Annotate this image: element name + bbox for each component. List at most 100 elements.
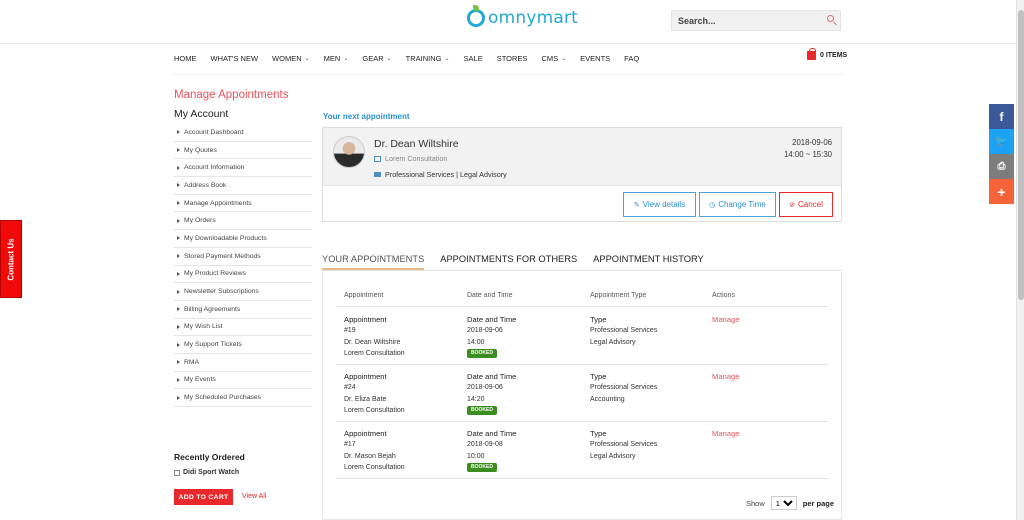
caret-right-icon xyxy=(177,130,180,135)
add-to-cart-button[interactable]: ADD TO CART xyxy=(174,489,233,505)
logo-text: omnymart xyxy=(488,8,579,28)
consultation-line: Lorem Consultation xyxy=(374,154,447,163)
nav-item-cms[interactable]: CMS ⌄ xyxy=(541,52,566,64)
caret-right-icon xyxy=(177,183,180,188)
sidebar-item-newsletter[interactable]: Newsletter Subscriptions xyxy=(174,283,312,301)
sidebar-item-product-reviews[interactable]: My Product Reviews xyxy=(174,266,312,284)
sidebar-item-my-events[interactable]: My Events xyxy=(174,372,312,390)
status-badge: BOOKED xyxy=(467,462,497,472)
status-badge: BOOKED xyxy=(467,405,497,415)
doctor-name: Dr. Dean Wiltshire xyxy=(374,138,459,150)
change-time-button[interactable]: ◷ Change Time xyxy=(699,192,776,217)
nav-item-home[interactable]: HOME xyxy=(174,52,197,64)
pencil-icon: ✎ xyxy=(633,201,640,209)
appointment-date: 2018-09-06 xyxy=(792,138,832,147)
recently-ordered-item: Didi Sport Watch xyxy=(174,469,239,476)
table-row: Appointment #19 Dr. Dean Wiltshire Lorem… xyxy=(336,309,828,365)
minicart[interactable]: 0 ITEMS xyxy=(807,48,848,60)
print-icon[interactable]: ⎙ xyxy=(989,154,1014,179)
cart-count: 0 ITEMS xyxy=(820,52,848,59)
tab-your-appointments[interactable]: YOUR APPOINTMENTS xyxy=(322,254,425,270)
table-row: Appointment #24 Dr. Eliza Bate Lorem Con… xyxy=(336,366,828,422)
sidebar-item-my-quotes[interactable]: My Quotes xyxy=(174,142,312,160)
per-page-select[interactable]: 10 xyxy=(770,496,797,510)
recently-ordered-title: Recently Ordered xyxy=(174,452,245,462)
sidebar-item-account-information[interactable]: Account Information xyxy=(174,159,312,178)
search-input[interactable] xyxy=(672,11,818,30)
recent-item-name[interactable]: Didi Sport Watch xyxy=(183,469,239,476)
scrollbar-thumb[interactable] xyxy=(1018,10,1024,300)
appointment-time: 14:00 ~ 15:30 xyxy=(784,150,832,159)
account-menu: Account Dashboard My Quotes Account Info… xyxy=(174,124,312,407)
service-line: Professional Services | Legal Advisory xyxy=(374,170,507,179)
nav-item-stores[interactable]: STORES xyxy=(497,52,528,64)
sidebar-item-stored-payment-methods[interactable]: Stored Payment Methods xyxy=(174,248,312,266)
logo-mark-icon xyxy=(467,5,485,27)
sidebar-item-account-dashboard[interactable]: Account Dashboard xyxy=(174,124,312,142)
nav-item-training[interactable]: TRAINING ⌄ xyxy=(406,52,450,64)
caret-right-icon xyxy=(177,165,180,170)
pagination-limiter: Show 10 per page xyxy=(746,496,834,510)
appointment-cell: Appointment #17 Dr. Mason Bejah Lorem Co… xyxy=(344,429,405,471)
tab-appointment-history[interactable]: APPOINTMENT HISTORY xyxy=(593,254,704,270)
view-all-link[interactable]: View All xyxy=(242,493,266,500)
top-header: omnymart xyxy=(0,0,1016,44)
consultation-name: Lorem Consultation xyxy=(385,154,448,163)
sidebar-item-manage-appointments[interactable]: Manage Appointments xyxy=(174,195,312,213)
view-details-button[interactable]: ✎ View details xyxy=(623,192,696,217)
manage-link[interactable]: Manage xyxy=(712,372,739,381)
shopping-bag-icon xyxy=(807,48,816,60)
sidebar-item-address-book[interactable]: Address Book xyxy=(174,177,312,195)
contact-us-tab[interactable]: Contact Us xyxy=(0,220,22,298)
appointment-cell: Appointment #24 Dr. Eliza Bate Lorem Con… xyxy=(344,372,405,414)
service-name: Professional Services | Legal Advisory xyxy=(385,170,507,179)
page-scrollbar[interactable] xyxy=(1016,0,1024,520)
sidebar-item-support-tickets[interactable]: My Support Tickets xyxy=(174,336,312,354)
nav-item-events[interactable]: EVENTS xyxy=(580,52,610,64)
sidebar-item-wish-list[interactable]: My Wish List xyxy=(174,319,312,337)
account-title: My Account xyxy=(174,108,229,120)
sidebar-item-scheduled-purchases[interactable]: My Scheduled Purchases xyxy=(174,389,312,407)
nav-item-sale[interactable]: SALE xyxy=(464,52,483,64)
nav-item-women[interactable]: WOMEN ⌄ xyxy=(272,52,310,64)
manage-link[interactable]: Manage xyxy=(712,429,739,438)
date-time-cell: Date and Time 2018-09-08 10:00 BOOKED xyxy=(467,429,517,472)
show-label: Show xyxy=(746,498,765,508)
calendar-icon xyxy=(374,155,381,162)
caret-right-icon xyxy=(177,289,180,294)
cancel-button[interactable]: ⊘ Cancel xyxy=(779,192,833,217)
sidebar-item-billing-agreements[interactable]: Billing Agreements xyxy=(174,301,312,319)
sidebar-item-my-orders[interactable]: My Orders xyxy=(174,212,312,231)
column-header-type: Appointment Type xyxy=(590,292,647,299)
caret-right-icon xyxy=(177,201,180,206)
sidebar-item-rma[interactable]: RMA xyxy=(174,354,312,372)
date-time-cell: Date and Time 2018-09-06 14:20 BOOKED xyxy=(467,372,517,415)
nav-item-men[interactable]: MEN ⌄ xyxy=(324,52,349,64)
nav-item-faq[interactable]: FAQ xyxy=(624,52,639,64)
contact-us-label: Contact Us xyxy=(6,237,16,281)
caret-right-icon xyxy=(177,324,180,329)
column-header-date-time: Date and Time xyxy=(467,292,513,299)
recent-item-checkbox[interactable] xyxy=(174,469,180,476)
next-appointment-datetime: 2018-09-06 14:00 ~ 15:30 xyxy=(784,137,832,161)
column-header-appointment: Appointment xyxy=(344,292,384,299)
search-icon[interactable] xyxy=(827,15,834,22)
caret-right-icon xyxy=(177,307,180,312)
manage-link[interactable]: Manage xyxy=(712,315,739,324)
sidebar-item-downloadable-products[interactable]: My Downloadable Products xyxy=(174,230,312,248)
tab-appointments-for-others[interactable]: APPOINTMENTS FOR OTHERS xyxy=(440,254,577,270)
service-icon xyxy=(374,172,381,177)
date-time-cell: Date and Time 2018-09-06 14:00 BOOKED xyxy=(467,315,517,358)
nav-item-whats-new[interactable]: WHAT'S NEW xyxy=(211,52,259,64)
caret-right-icon xyxy=(177,271,180,276)
appointment-cell: Appointment #19 Dr. Dean Wiltshire Lorem… xyxy=(344,315,405,357)
nav-divider xyxy=(174,74,842,75)
site-logo[interactable]: omnymart xyxy=(467,5,579,28)
facebook-icon[interactable]: f xyxy=(989,104,1014,129)
type-cell: Type Professional Services Accounting xyxy=(590,372,658,403)
caret-right-icon xyxy=(177,218,180,223)
next-appointment-title: Your next appointment xyxy=(323,112,410,121)
nav-item-gear[interactable]: GEAR ⌄ xyxy=(362,52,391,64)
twitter-icon[interactable]: 🐦 xyxy=(989,129,1014,154)
share-plus-icon[interactable]: + xyxy=(989,179,1014,204)
